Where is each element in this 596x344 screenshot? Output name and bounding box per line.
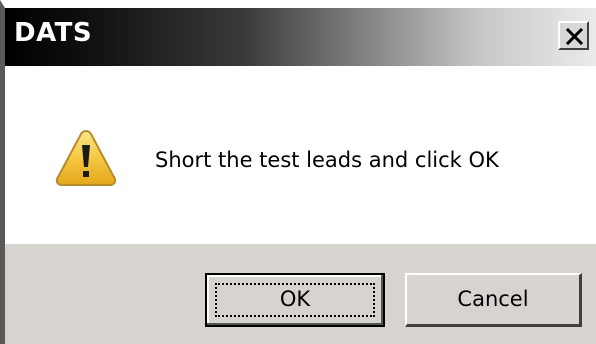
window-title: DATS [14, 18, 93, 48]
message-text: Short the test leads and click OK [155, 148, 499, 172]
cancel-button[interactable]: Cancel [405, 273, 582, 327]
button-bar: OK Cancel [5, 244, 596, 344]
title-bar[interactable]: DATS [5, 8, 596, 66]
close-button[interactable] [558, 21, 589, 50]
dialog-content: Short the test leads and click OK [5, 66, 596, 244]
ok-button-label: OK [279, 287, 311, 311]
cancel-button-label: Cancel [457, 287, 529, 311]
dialog-window: DATS Short the test leads and click OK O… [0, 0, 596, 344]
close-icon [565, 27, 584, 46]
ok-button[interactable]: OK [205, 273, 385, 327]
warning-icon [55, 129, 117, 186]
